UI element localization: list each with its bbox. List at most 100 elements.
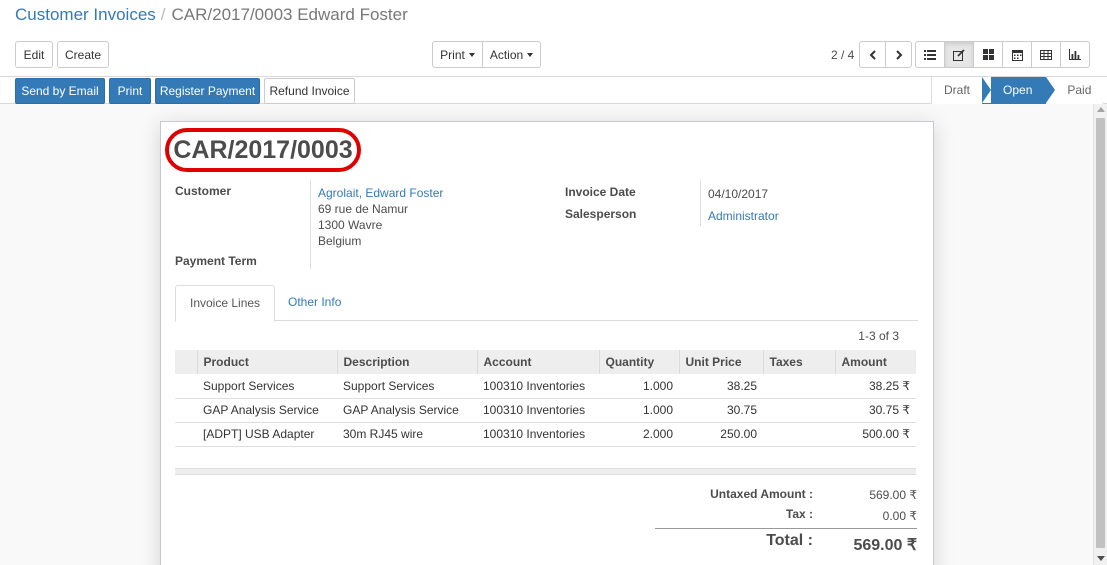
cell-unit-price: 250.00 <box>679 422 763 447</box>
salesperson-link[interactable]: Administrator <box>708 209 779 223</box>
caret-down-icon <box>527 52 534 57</box>
print-label: Print <box>440 47 465 62</box>
cell-product: Support Services <box>197 374 337 399</box>
table-header-row: Product Description Account Quantity Uni… <box>175 350 916 374</box>
total-value: 569.00 ₹ <box>853 537 917 554</box>
pager: 2 / 4 <box>831 41 913 68</box>
kanban-icon <box>982 49 994 60</box>
status-bar: Draft Open Paid <box>931 77 1104 104</box>
column-header-unit-price[interactable]: Unit Price <box>678 350 763 374</box>
list-view-button[interactable] <box>915 41 945 68</box>
form-icon <box>953 48 965 61</box>
handle-column-header <box>175 350 197 374</box>
tax-value: 0.00 ₹ <box>882 509 917 523</box>
address-line-3: Belgium <box>318 234 362 248</box>
cell-amount: 30.75 ₹ <box>835 398 916 423</box>
send-by-email-button[interactable]: Send by Email <box>15 78 105 104</box>
tab-other-info[interactable]: Other Info <box>274 285 355 321</box>
row-handle <box>175 422 197 447</box>
record-counter: 1-3 of 3 <box>858 329 899 343</box>
scroll-up-arrow-icon[interactable] <box>1097 107 1105 112</box>
cell-taxes <box>763 374 835 399</box>
graph-view-button[interactable] <box>1060 41 1090 68</box>
customer-link[interactable]: Agrolait, Edward Foster <box>318 186 443 200</box>
calendar-view-button[interactable] <box>1002 41 1032 68</box>
cell-amount: 38.25 ₹ <box>835 374 916 399</box>
action-label: Action <box>489 47 524 62</box>
status-open: Open <box>982 77 1056 104</box>
breadcrumb-separator: / <box>160 5 166 24</box>
scrollbar-thumb[interactable] <box>1096 118 1105 548</box>
invoice-sheet: CAR/2017/0003 Customer Agrolait, Edward … <box>160 121 934 565</box>
cell-quantity: 1.000 <box>599 374 679 399</box>
control-panel: Customer Invoices / CAR/2017/0003 Edward F… <box>0 0 1107 77</box>
breadcrumb-current: CAR/2017/0003 Edward Foster <box>171 5 408 24</box>
pager-next-button[interactable] <box>885 41 913 68</box>
cell-quantity: 1.000 <box>599 398 679 423</box>
customer-divider <box>310 180 311 269</box>
column-header-taxes[interactable]: Taxes <box>762 350 835 374</box>
cell-product: [ADPT] USB Adapter <box>197 422 337 447</box>
refund-invoice-button[interactable]: Refund Invoice <box>264 78 355 104</box>
kanban-view-button[interactable] <box>973 41 1003 68</box>
cell-amount: 500.00 ₹ <box>835 422 916 447</box>
view-switcher <box>915 41 1090 68</box>
form-content: CAR/2017/0003 Customer Agrolait, Edward … <box>0 104 1107 565</box>
print-invoice-button[interactable]: Print <box>109 78 151 104</box>
action-dropdown[interactable]: Action <box>482 41 541 68</box>
form-header: Send by Email Print Register Payment Ref… <box>0 77 1107 104</box>
invoice-date-label: Invoice Date <box>565 185 636 199</box>
payment-term-label: Payment Term <box>175 254 257 268</box>
address-line-2: 1300 Wavre <box>318 218 383 232</box>
chevron-left-icon <box>869 49 876 60</box>
column-header-quantity[interactable]: Quantity <box>598 350 679 374</box>
column-header-product[interactable]: Product <box>196 350 337 374</box>
table-row[interactable]: [ADPT] USB Adapter 30m RJ45 wire 100310 … <box>175 422 916 447</box>
print-dropdown[interactable]: Print <box>432 41 483 68</box>
customer-label: Customer <box>175 184 232 198</box>
cell-description: Support Services <box>337 374 477 399</box>
list-icon <box>924 49 936 60</box>
table-row[interactable]: GAP Analysis Service GAP Analysis Servic… <box>175 398 916 423</box>
invoice-lines-table: Product Description Account Quantity Uni… <box>175 350 916 447</box>
form-view-button[interactable] <box>944 41 974 68</box>
tax-label: Tax : <box>785 507 813 521</box>
cell-description: 30m RJ45 wire <box>337 422 477 447</box>
edit-button[interactable]: Edit <box>15 41 53 68</box>
scroll-down-arrow-icon[interactable] <box>1097 556 1105 561</box>
column-header-account[interactable]: Account <box>476 350 599 374</box>
date-divider <box>700 180 701 226</box>
caret-down-icon <box>468 52 475 57</box>
register-payment-button[interactable]: Register Payment <box>155 78 260 104</box>
pager-buttons <box>859 41 913 68</box>
column-header-description[interactable]: Description <box>336 350 477 374</box>
breadcrumb-customer-invoices[interactable]: Customer Invoices <box>15 5 156 24</box>
column-header-amount[interactable]: Amount <box>834 350 916 374</box>
pivot-view-button[interactable] <box>1031 41 1061 68</box>
breadcrumb: Customer Invoices / CAR/2017/0003 Edward F… <box>15 5 408 25</box>
status-draft: Draft <box>932 77 983 104</box>
total-label: Total : <box>766 532 813 549</box>
pivot-icon <box>1040 49 1052 60</box>
address-line-1: 69 rue de Namur <box>318 202 409 216</box>
create-button[interactable]: Create <box>57 41 109 68</box>
invoice-number-highlight: CAR/2017/0003 <box>165 128 361 172</box>
list-footer <box>175 468 916 475</box>
cell-taxes <box>763 422 835 447</box>
vertical-scrollbar[interactable] <box>1093 104 1107 565</box>
sidebar-actions: Print Action <box>432 41 541 68</box>
untaxed-amount-label: Untaxed Amount : <box>710 487 813 501</box>
table-row[interactable]: Support Services Support Services 100310… <box>175 374 916 399</box>
row-handle <box>175 398 197 423</box>
salesperson-label: Salesperson <box>565 207 637 221</box>
cell-account: 100310 Inventories <box>477 398 599 423</box>
calendar-icon <box>1011 49 1023 61</box>
cell-quantity: 2.000 <box>599 422 679 447</box>
pager-previous-button[interactable] <box>859 41 887 68</box>
cell-unit-price: 38.25 <box>679 374 763 399</box>
pager-value[interactable]: 2 / 4 <box>831 48 854 62</box>
notebook-tabs: Invoice Lines Other Info <box>175 285 918 322</box>
tab-invoice-lines[interactable]: Invoice Lines <box>175 285 276 322</box>
invoice-date-value: 04/10/2017 <box>708 187 769 201</box>
invoice-number: CAR/2017/0003 <box>173 135 353 164</box>
